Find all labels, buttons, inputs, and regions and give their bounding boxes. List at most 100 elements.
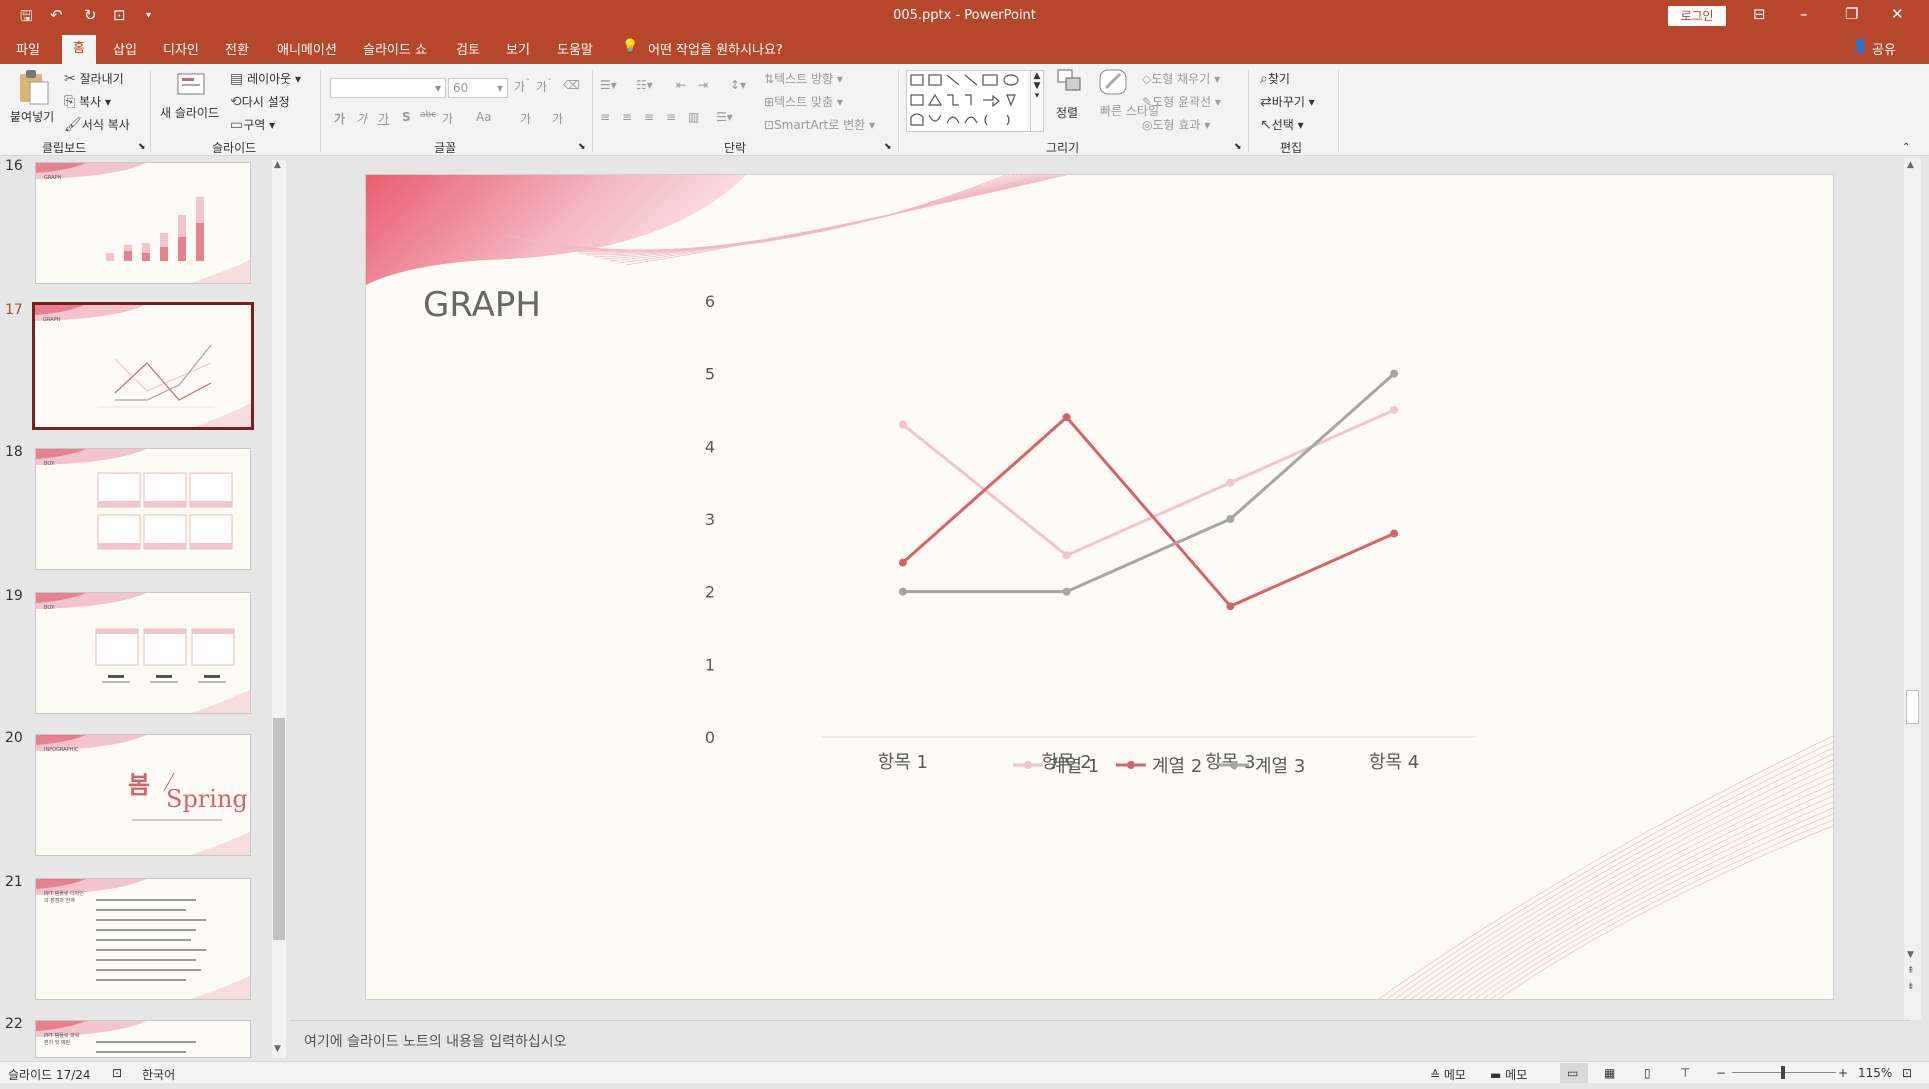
tab-view[interactable]: 보기	[506, 39, 530, 58]
change-case-button[interactable]: Aa	[476, 110, 492, 124]
slide-thumbnail[interactable]: GRAPH	[35, 162, 251, 284]
scroll-down-icon[interactable]: ▼	[1907, 950, 1914, 960]
line-chart[interactable]: 0 1 2 3 4 5 6 항목 1 항목 2 항목 3 항목 4 계열 1 계열 2 계열 3	[366, 175, 1833, 999]
align-center-icon[interactable]: ≡	[622, 110, 632, 124]
minimize-icon[interactable]: –	[1800, 5, 1808, 23]
zoom-out-icon[interactable]: −	[1716, 1066, 1726, 1080]
bullets-icon[interactable]: ☰▾	[600, 78, 617, 92]
dialog-launcher-icon[interactable]: ⬊	[138, 142, 146, 152]
clear-format-icon[interactable]: ⌫	[563, 78, 580, 92]
highlight-button[interactable]: 가	[520, 110, 531, 127]
slide-canvas[interactable]: GRAPH 0 1 2 3 4 5 6 항목 1 항목 2 항목 3 항목 4 계열 1 계열 2 계열 …	[365, 174, 1834, 1000]
grow-font-button[interactable]: 가ˆ	[514, 78, 530, 95]
tab-design[interactable]: 디자인	[163, 39, 199, 58]
zoom-in-icon[interactable]: +	[1838, 1066, 1848, 1080]
previous-slide-icon[interactable]: ⇞	[1907, 966, 1915, 976]
shadow-button[interactable]: S	[402, 110, 411, 124]
zoom-level[interactable]: 115%	[1858, 1066, 1892, 1080]
new-slide-button[interactable]: 새 슬라이드	[160, 104, 219, 121]
strikethrough-button[interactable]: abc	[420, 110, 436, 120]
close-icon[interactable]: ✕	[1891, 5, 1904, 23]
language-indicator[interactable]: 한국어	[142, 1066, 175, 1083]
paste-button[interactable]: 붙여넣기	[10, 108, 54, 125]
shape-fill-button[interactable]: ◇도형 채우기 ▾	[1142, 70, 1220, 87]
justify-icon[interactable]: ≡	[666, 110, 676, 124]
cut-button[interactable]: ✂ 잘라내기	[64, 70, 124, 87]
notes-toggle[interactable]: ≙ 메모	[1430, 1066, 1466, 1083]
font-size-select[interactable]: 60 ▾	[448, 78, 508, 98]
columns-icon[interactable]: ▥	[688, 110, 699, 124]
underline-button[interactable]: 가	[378, 110, 389, 127]
notes-pane[interactable]: 여기에 슬라이드 노트의 내용을 입력하십시오	[290, 1020, 1910, 1061]
shrink-font-button[interactable]: 가ˇ	[536, 78, 552, 95]
columns-menu-icon[interactable]: ☰▾	[716, 110, 733, 124]
align-text-button[interactable]: ⊞텍스트 맞춤 ▾	[764, 93, 843, 110]
arrange-icon[interactable]	[1056, 68, 1084, 101]
quick-styles-icon[interactable]	[1098, 68, 1130, 101]
slide-sorter-icon[interactable]: ▦	[1604, 1066, 1615, 1080]
slide-thumbnail[interactable]: INFOGRAPHIC 봄 Spring	[35, 734, 251, 856]
tab-transitions[interactable]: 전환	[225, 39, 249, 58]
collapse-ribbon-icon[interactable]: ⌃	[1902, 142, 1910, 153]
thumbnail-scrollbar-thumb[interactable]	[273, 718, 285, 940]
slide-thumbnail-selected[interactable]: GRAPH	[32, 302, 254, 430]
dialog-launcher-icon[interactable]: ⬊	[1234, 142, 1242, 152]
dialog-launcher-icon[interactable]: ⬊	[884, 142, 892, 152]
login-button[interactable]: 로그인	[1668, 6, 1726, 26]
slide-scrollbar-thumb[interactable]	[1906, 690, 1919, 724]
align-right-icon[interactable]: ≡	[644, 110, 654, 124]
tab-help[interactable]: 도움말	[557, 39, 593, 58]
format-painter-button[interactable]: 🖌서식 복사	[64, 116, 130, 133]
slide-thumbnail[interactable]: PPT 템플릿 파워 편리 및 예판	[35, 1020, 251, 1058]
shapes-gallery-scroll[interactable]: ▲ ▼ ▾	[1030, 70, 1044, 132]
section-button[interactable]: ▭구역 ▾	[230, 116, 275, 133]
tab-insert[interactable]: 삽입	[113, 39, 137, 58]
shape-outline-button[interactable]: ✎도형 윤곽선 ▾	[1142, 93, 1221, 110]
font-name-select[interactable]: ▾	[330, 78, 446, 98]
indent-decrease-icon[interactable]: ⇤	[676, 78, 686, 92]
notes-placeholder[interactable]: 여기에 슬라이드 노트의 내용을 입력하십시오	[304, 1031, 567, 1051]
paste-icon[interactable]	[14, 68, 50, 106]
slideshow-view-icon[interactable]: ⊤	[1680, 1066, 1690, 1080]
tab-animations[interactable]: 애니메이션	[277, 39, 337, 58]
reading-view-icon[interactable]: ▯	[1644, 1066, 1651, 1080]
zoom-slider-thumb[interactable]	[1781, 1066, 1785, 1079]
slide-scrollbar[interactable]	[1904, 158, 1921, 1020]
tab-home[interactable]: 홈	[62, 35, 96, 64]
shapes-gallery[interactable]	[906, 70, 1032, 132]
tab-review[interactable]: 검토	[456, 39, 480, 58]
reset-button[interactable]: ⟲다시 설정	[230, 93, 290, 110]
text-direction-button[interactable]: ⇅텍스트 방향 ▾	[764, 70, 843, 87]
slide-thumbnail[interactable]: BOX	[35, 448, 251, 570]
align-left-icon[interactable]: ≡	[600, 110, 610, 124]
restore-icon[interactable]: ❐	[1845, 5, 1858, 23]
shape-effects-button[interactable]: ◎도형 효과 ▾	[1142, 116, 1210, 133]
accessibility-icon[interactable]: ⊡	[112, 1066, 122, 1080]
copy-button[interactable]: ⎘ 복사 ▾	[64, 93, 111, 110]
font-color-button[interactable]: 가	[552, 110, 563, 127]
scroll-up-icon[interactable]: ▲	[274, 160, 281, 170]
numbering-icon[interactable]: ☷▾	[636, 78, 653, 92]
spacing-button[interactable]: 가	[442, 110, 453, 127]
comments-toggle[interactable]: ▬ 메모	[1490, 1066, 1527, 1083]
slide-thumbnail[interactable]: PPT 템플릿 디자인의 장점과 한계	[35, 878, 251, 1000]
new-slide-icon[interactable]	[176, 68, 208, 101]
find-button[interactable]: ⌕찾기	[1260, 70, 1290, 87]
arrange-button[interactable]: 정렬	[1056, 104, 1078, 121]
scroll-down-icon[interactable]: ▼	[274, 1044, 281, 1054]
layout-button[interactable]: ▤ 레이아웃 ▾	[230, 70, 301, 87]
line-spacing-icon[interactable]: ↕▾	[730, 78, 746, 92]
select-button[interactable]: ↖선택 ▾	[1260, 116, 1304, 133]
tell-me-input[interactable]: 어떤 작업을 원하시나요?	[648, 39, 783, 58]
tab-slideshow[interactable]: 슬라이드 쇼	[363, 39, 427, 58]
replace-button[interactable]: ⇄바꾸기 ▾	[1260, 93, 1315, 110]
dialog-launcher-icon[interactable]: ⬊	[578, 142, 586, 152]
next-slide-icon[interactable]: ⇟	[1907, 982, 1915, 992]
italic-button[interactable]: 가	[356, 110, 367, 127]
ribbon-display-icon[interactable]: ⊟	[1753, 5, 1766, 23]
scroll-up-icon[interactable]: ▲	[1907, 160, 1914, 170]
share-button[interactable]: 공유	[1872, 39, 1896, 58]
smartart-button[interactable]: ⊡SmartArt로 변환 ▾	[764, 116, 875, 133]
fit-slide-icon[interactable]: ⊡	[1902, 1066, 1912, 1080]
bold-button[interactable]: 가	[334, 110, 345, 127]
